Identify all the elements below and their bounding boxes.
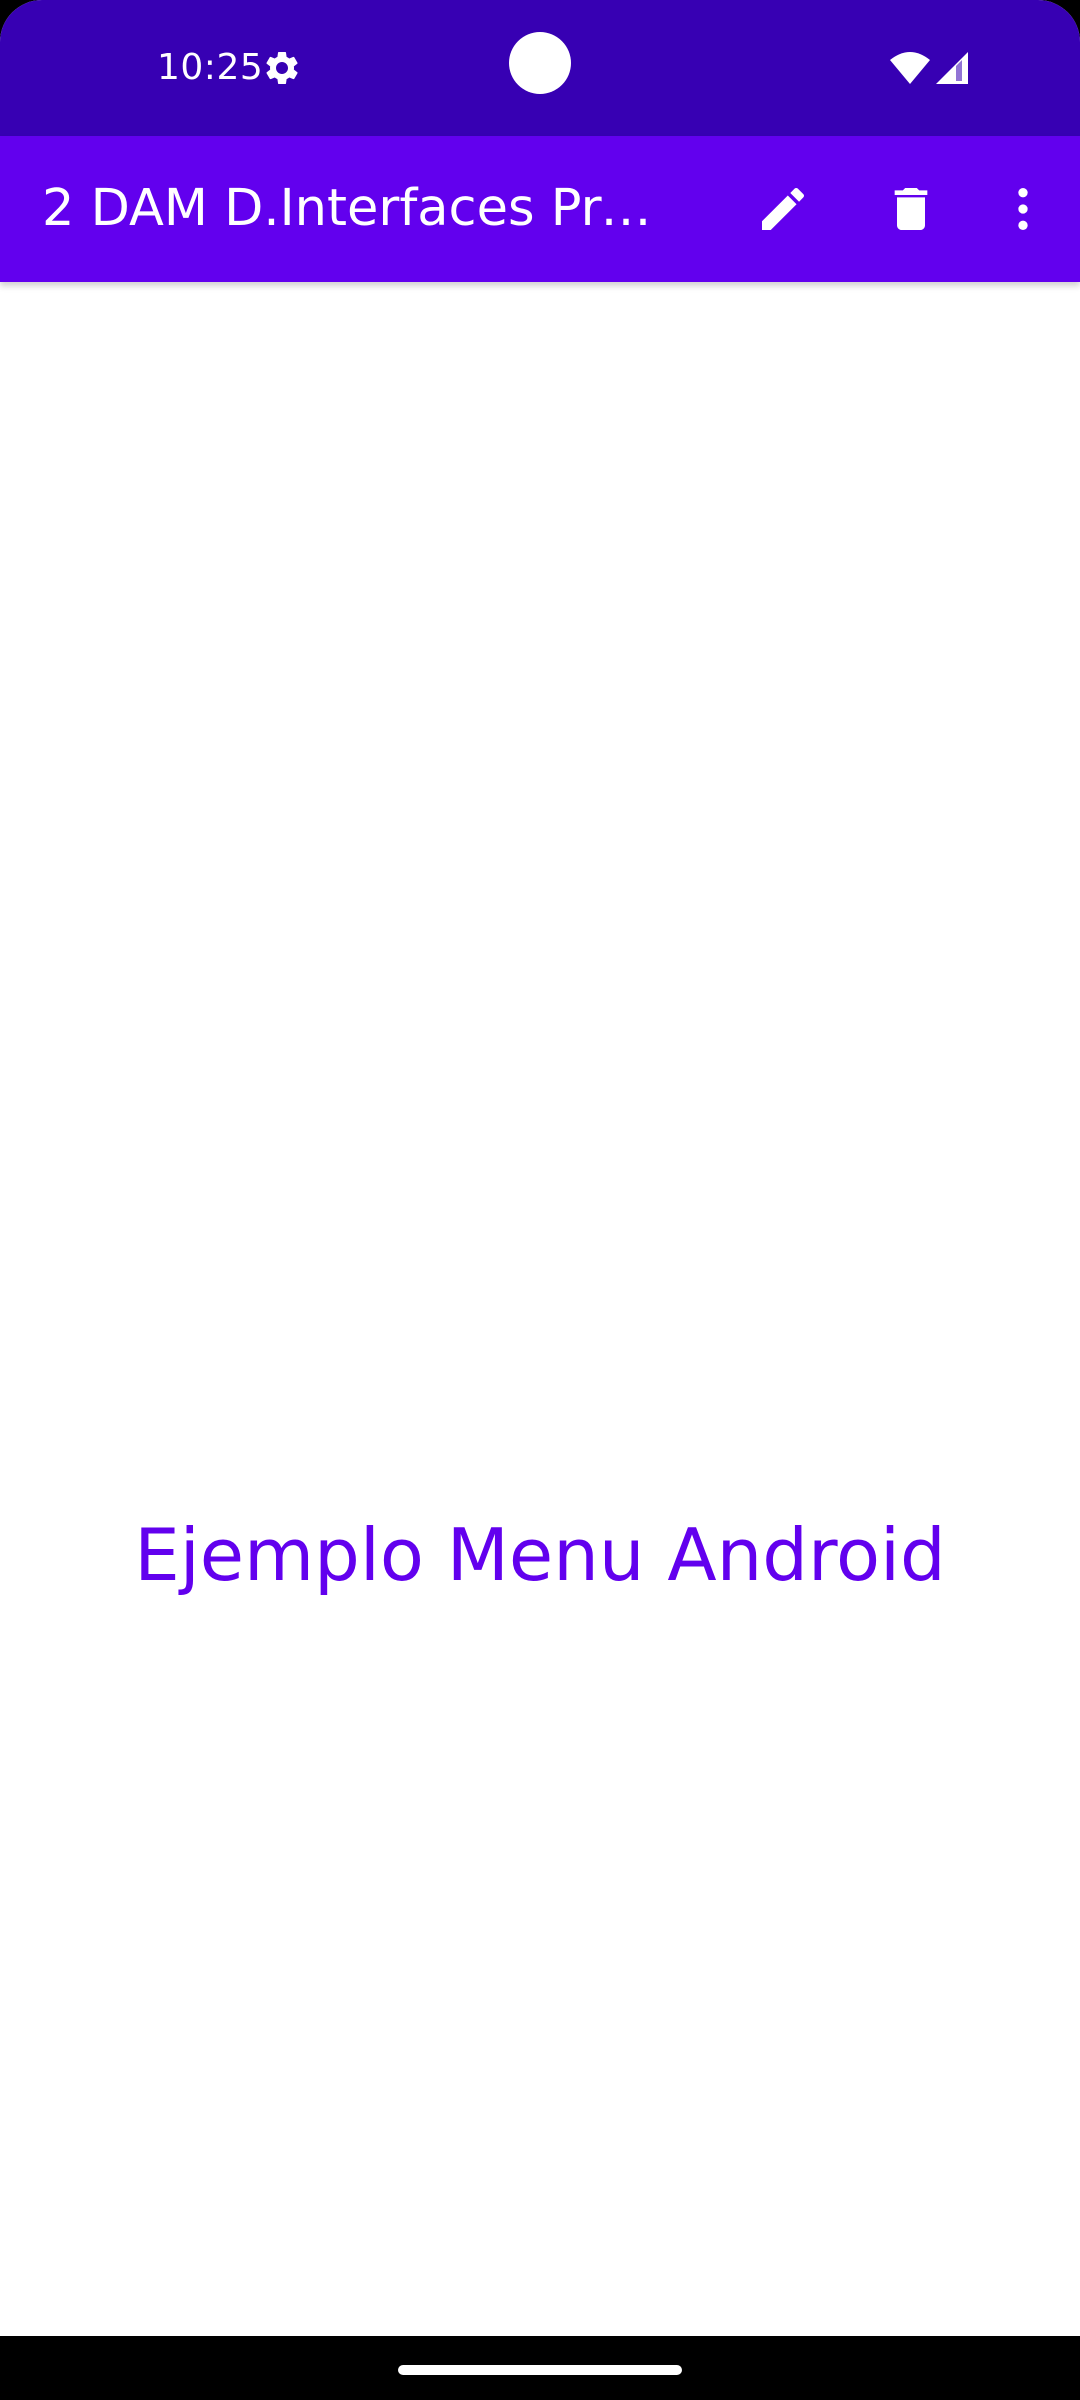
app-bar: 2 DAM D.Interfaces Proyecto [0, 136, 1080, 282]
cell-signal-icon [934, 50, 970, 86]
camera-cutout [509, 32, 571, 94]
delete-button[interactable] [863, 161, 959, 257]
delete-icon [894, 188, 928, 230]
edit-icon [762, 187, 805, 230]
app-title: 2 DAM D.Interfaces Proyecto [42, 179, 682, 238]
overflow-menu-button[interactable] [975, 161, 1071, 257]
status-bar: 10:25 [0, 0, 1080, 136]
home-gesture-handle[interactable] [398, 2365, 682, 2375]
navigation-bar [0, 2336, 1080, 2400]
edit-button[interactable] [735, 161, 831, 257]
phone-screen: 10:25 2 DAM D.Interfaces Proyecto [0, 0, 1080, 2400]
settings-gear-icon [262, 48, 302, 88]
center-label: Ejemplo Menu Android [134, 1513, 946, 1597]
wifi-icon [888, 50, 932, 86]
overflow-menu-icon [1018, 188, 1028, 230]
main-content: Ejemplo Menu Android [0, 282, 1080, 2335]
status-time: 10:25 [157, 47, 264, 88]
